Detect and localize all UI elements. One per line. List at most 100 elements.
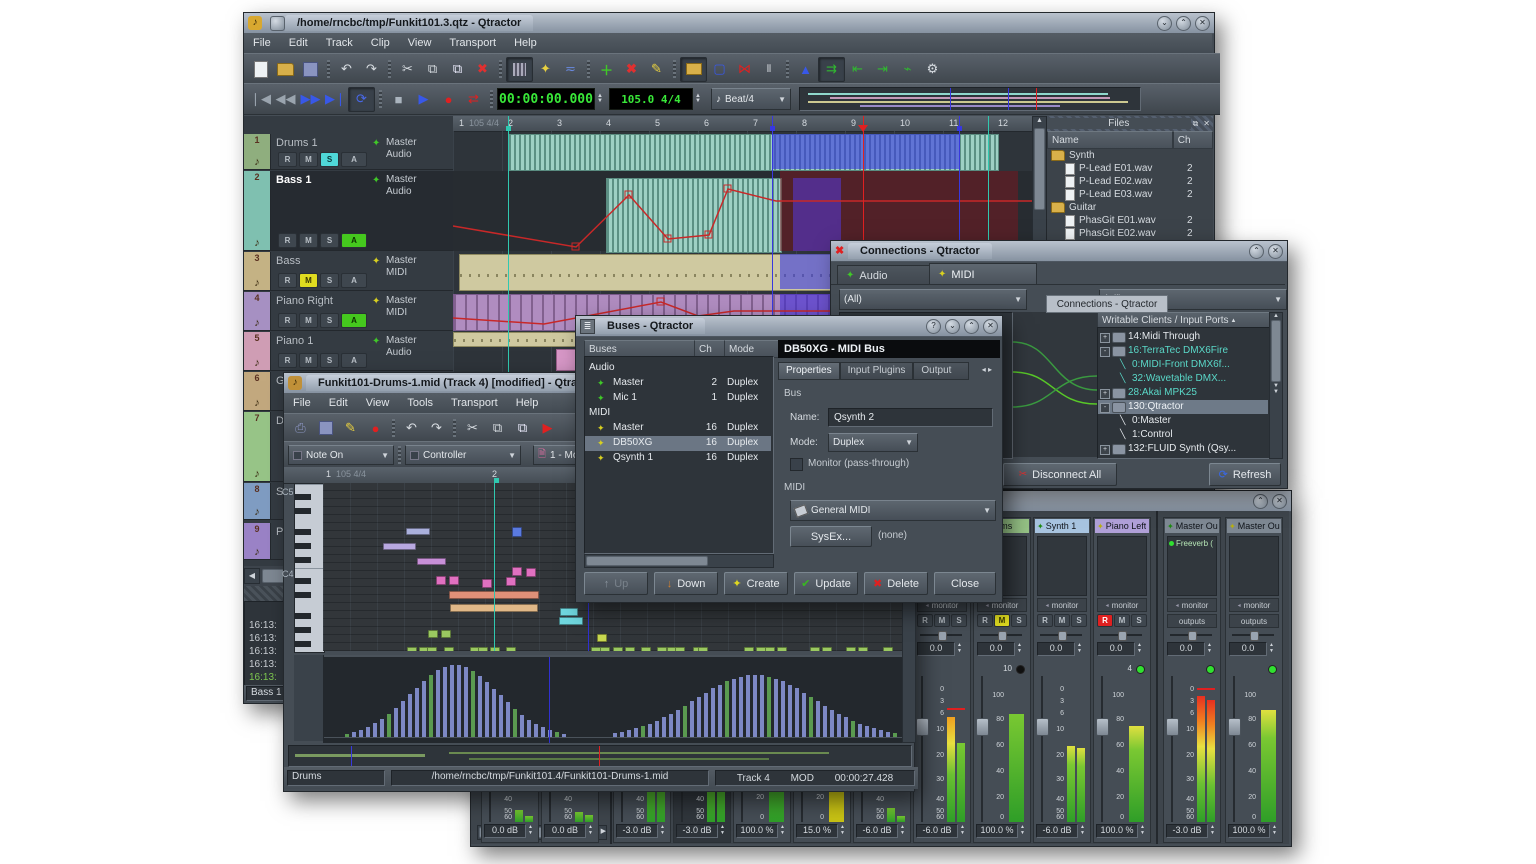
midi-note[interactable] — [625, 647, 635, 651]
tab-scroll-icons[interactable]: ◂ ▸ — [980, 362, 994, 380]
buses-hscrollbar[interactable] — [584, 554, 774, 568]
strip-pan-slider[interactable] — [1170, 631, 1212, 639]
options-icon[interactable]: ⚙ — [920, 58, 945, 81]
midi-note[interactable] — [449, 576, 459, 585]
strip-value[interactable]: 0.0 dB — [544, 824, 586, 838]
client-tree-row[interactable]: ╲1:Control — [1098, 428, 1268, 442]
menu-edit[interactable]: Edit — [320, 394, 357, 412]
track-number-cell[interactable]: 1♪ — [244, 134, 271, 169]
bus-row[interactable]: ✦Master2Duplex — [585, 376, 771, 391]
track-row[interactable]: 5♪Piano 1RMSA✦MasterAudio — [244, 332, 453, 371]
monitor-button[interactable]: ◂monitor — [1167, 598, 1217, 612]
playhead-marker-icon[interactable] — [858, 125, 868, 137]
left-client-filter[interactable]: (All)▼ — [839, 289, 1027, 310]
strip-plugin-list[interactable]: Freeverb ( — [1167, 536, 1217, 596]
track-m-button[interactable]: M — [299, 233, 318, 248]
files-item[interactable]: PhasGit E02.wav2 — [1047, 227, 1213, 240]
strip-m-button[interactable]: M — [1114, 614, 1130, 627]
strip-value[interactable]: 15.0 % — [796, 824, 838, 838]
midi-note[interactable] — [675, 647, 685, 651]
strip-value[interactable]: 100.0 % — [976, 824, 1018, 838]
midi-paste-icon[interactable]: ⧉ — [510, 417, 535, 440]
transport-punch-icon[interactable]: ⇄ — [461, 88, 486, 111]
midi-save-icon[interactable] — [313, 417, 338, 440]
snap-combo[interactable]: ♪Beat/4▼ — [711, 88, 791, 110]
clips-icon[interactable]: ▢ — [707, 58, 732, 81]
value-spinner[interactable]: ▲▼ — [658, 824, 667, 836]
midi-note[interactable] — [482, 579, 492, 588]
midi-note[interactable] — [512, 567, 522, 576]
midi-print-icon[interactable]: ⎙ — [288, 417, 313, 440]
copy-icon[interactable]: ⧉ — [420, 58, 445, 81]
down-button[interactable]: ↓Down — [654, 572, 718, 595]
gain-spinner[interactable]: ▲▼ — [1135, 642, 1144, 654]
value-spinner[interactable]: ▲▼ — [898, 824, 907, 836]
midi-note[interactable] — [765, 647, 775, 651]
gain-value[interactable]: 0.0 — [1229, 642, 1267, 656]
files-col-name[interactable]: Name — [1047, 131, 1173, 149]
paste-icon[interactable]: ⧉ — [445, 58, 470, 81]
time-spinner[interactable]: ▲▼ — [595, 89, 605, 109]
value-spinner[interactable]: ▲▼ — [1138, 824, 1147, 836]
value-spinner[interactable]: ▲▼ — [1208, 824, 1217, 836]
maximize-icon[interactable]: ⌃ — [1176, 16, 1191, 31]
files-item[interactable]: P-Lead E01.wav2 — [1047, 162, 1213, 175]
tempo-map-icon[interactable]: ✦ — [533, 58, 558, 81]
tempo-display[interactable]: 105.0 4/4 — [609, 88, 693, 110]
delete-icon[interactable]: ✖ — [470, 58, 495, 81]
track-r-button[interactable]: R — [278, 273, 297, 288]
midi-note[interactable] — [406, 528, 430, 535]
loop-start-icon[interactable]: ⇤ — [845, 58, 870, 81]
value-spinner[interactable]: ▲▼ — [718, 824, 727, 836]
bus-row[interactable]: Audio — [585, 361, 771, 376]
midi-note[interactable] — [526, 568, 536, 577]
menu-help[interactable]: Help — [505, 34, 546, 52]
pan-handle[interactable] — [1250, 631, 1259, 641]
gain-spinner[interactable]: ▲▼ — [1015, 642, 1024, 654]
strip-pan-slider[interactable] — [1232, 631, 1274, 639]
menu-tools[interactable]: Tools — [398, 394, 442, 412]
monitor-button[interactable]: ◂monitor — [1229, 598, 1279, 612]
strip-value[interactable]: -6.0 dB — [1036, 824, 1078, 838]
buses-maximize-icon[interactable]: ⌃ — [964, 319, 979, 334]
track-row[interactable]: 4♪Piano RightRMSA✦MasterMIDI — [244, 292, 453, 331]
midi-note[interactable] — [441, 630, 451, 638]
strip-m-button[interactable]: M — [1054, 614, 1070, 627]
remove-track-icon[interactable]: ✖ — [619, 58, 644, 81]
midi-note[interactable] — [506, 577, 516, 586]
velocity-pane[interactable] — [323, 655, 902, 743]
strip-r-button[interactable]: R — [917, 614, 933, 627]
midi-note[interactable] — [600, 647, 610, 651]
strip-s-button[interactable]: S — [1071, 614, 1087, 627]
black-key[interactable] — [295, 641, 311, 647]
transport-backward-icon[interactable]: ❘◀ — [248, 88, 273, 111]
strip-value[interactable]: 100.0 % — [736, 824, 778, 838]
strip-value[interactable]: -3.0 dB — [676, 824, 718, 838]
strip-s-button[interactable]: S — [1131, 614, 1147, 627]
strip-header[interactable]: ✦Synth 1 — [1035, 519, 1089, 533]
open-session-icon[interactable] — [273, 58, 298, 81]
client-tree-row[interactable]: ╲0:Master — [1098, 414, 1268, 428]
controller-type-combo[interactable]: Controller▼ — [405, 445, 521, 465]
value-spinner[interactable]: ▲▼ — [526, 824, 535, 836]
tree-expander-icon[interactable]: + — [1100, 333, 1110, 343]
connections-icon[interactable]: ⌁ — [895, 58, 920, 81]
tree-expander-icon[interactable]: - — [1100, 347, 1110, 357]
refresh-button[interactable]: ⟳Refresh — [1209, 463, 1281, 486]
midi-copy-icon[interactable]: ⧉ — [485, 417, 510, 440]
connections-maximize-icon[interactable]: ⌃ — [1249, 244, 1264, 259]
client-tree-row[interactable]: +28:Akai MPK25 — [1098, 386, 1268, 400]
track-number-cell[interactable]: 8♪ — [244, 483, 271, 519]
midi-thumbnail[interactable] — [288, 745, 912, 767]
menu-help[interactable]: Help — [507, 394, 548, 412]
menu-transport[interactable]: Transport — [442, 394, 507, 412]
midi-note[interactable] — [810, 647, 820, 651]
track-number-cell[interactable]: 7♪ — [244, 412, 271, 481]
pan-handle[interactable] — [1118, 631, 1127, 641]
outputs-button[interactable]: outputs — [1167, 614, 1217, 628]
mixer-strip-Piano Left[interactable]: ✦Piano Left◂monitorRMS0.0▲▼1008060402004… — [1093, 517, 1151, 843]
transport-play-icon[interactable]: ▶ — [411, 88, 436, 111]
client-tree-row[interactable]: +132:FLUID Synth (Qsy... — [1098, 442, 1268, 456]
midi-note[interactable] — [427, 647, 437, 651]
tab-output-plugins[interactable]: Output — [913, 362, 969, 380]
